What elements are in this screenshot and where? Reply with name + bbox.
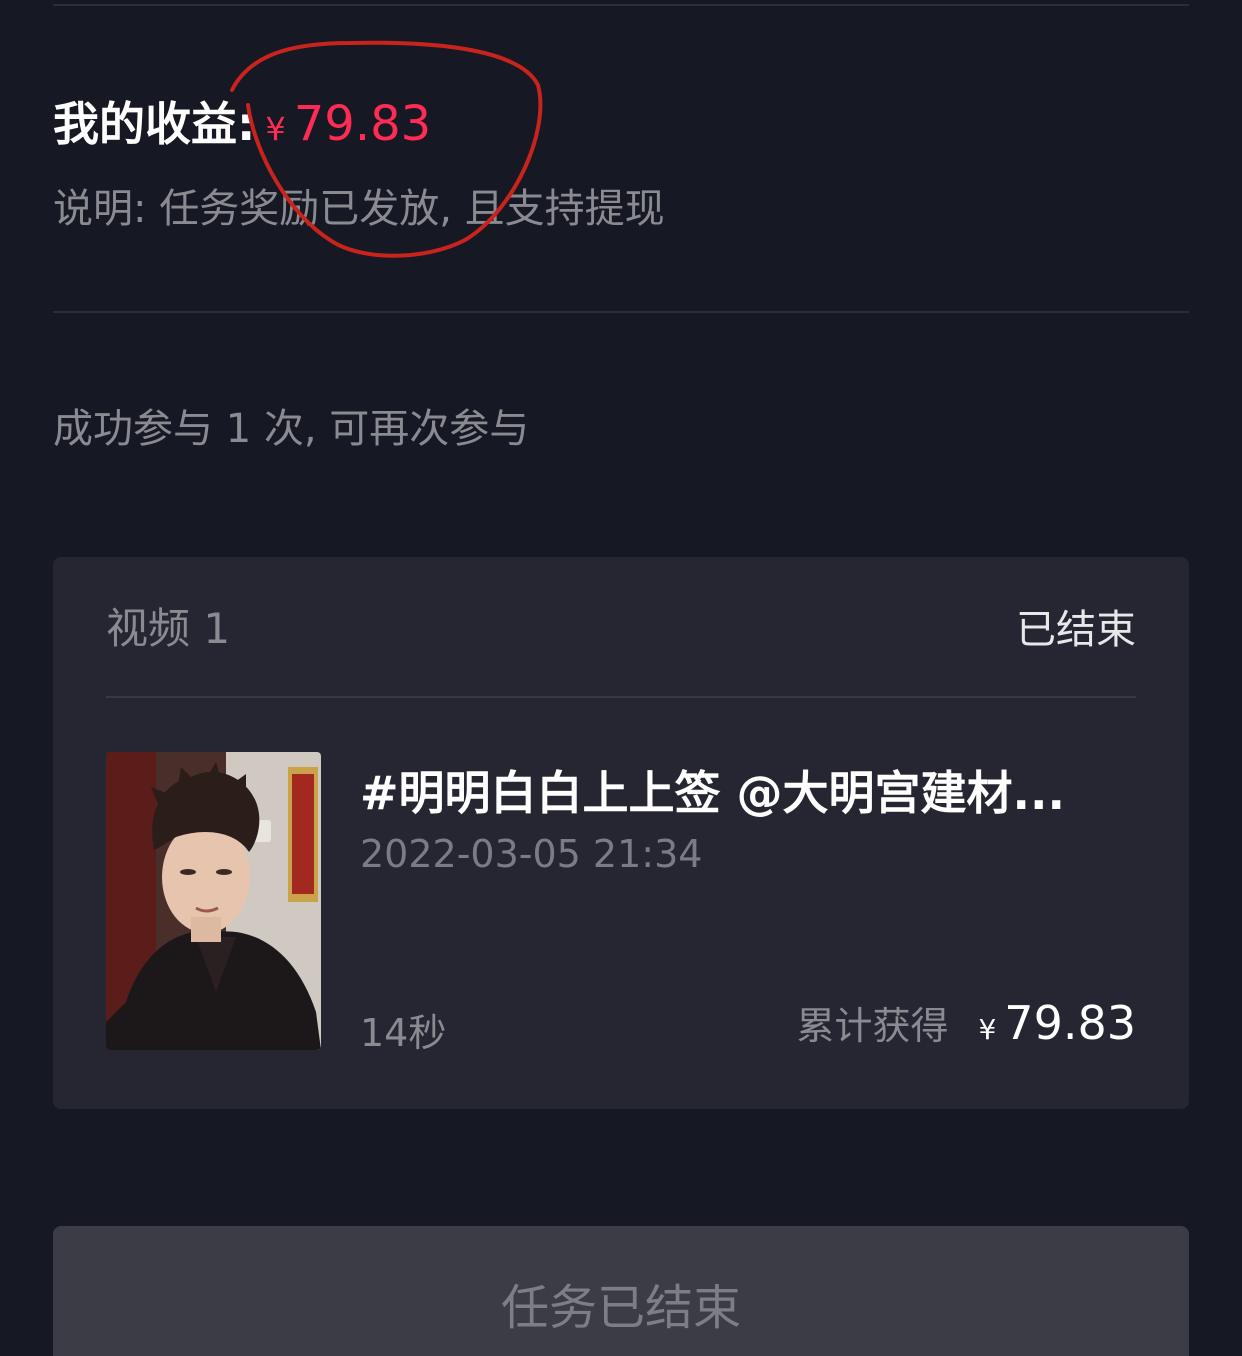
video-duration: 14秒 xyxy=(360,1011,447,1055)
video-title[interactable]: #明明白白上上签 @大明宫建材... xyxy=(360,757,1140,823)
video-date: 2022-03-05 21:34 xyxy=(360,832,703,876)
task-ended-button-label: 任务已结束 xyxy=(500,1280,741,1336)
accumulated-amount: 79.83 xyxy=(1004,996,1136,1050)
accumulated-label: 累计获得 xyxy=(796,1004,949,1048)
video-card-title: 视频 1 xyxy=(106,604,231,653)
hand-drawn-highlight-circle-icon xyxy=(230,40,543,258)
card-divider xyxy=(106,696,1136,698)
accumulated-earnings: 累计获得 ¥ 79.83 xyxy=(796,995,1136,1050)
section-divider xyxy=(53,311,1189,313)
video-card[interactable]: 视频 1 已结束 #明明白白上上签 @大明宫建材... 2022-03-05 2… xyxy=(53,557,1189,1109)
participation-text: 成功参与 1 次, 可再次参与 xyxy=(53,406,530,452)
task-ended-button[interactable]: 任务已结束 xyxy=(53,1226,1189,1356)
top-divider xyxy=(53,4,1189,6)
video-thumbnail[interactable] xyxy=(106,752,321,1050)
accumulated-currency: ¥ xyxy=(978,1013,997,1046)
task-earnings-page: 我的收益: ¥ 79.83 说明: 任务奖励已发放, 且支持提现 成功参与 1 … xyxy=(0,0,1242,1356)
video-thumbnail-image xyxy=(106,752,321,1050)
video-status-badge: 已结束 xyxy=(1016,607,1136,653)
